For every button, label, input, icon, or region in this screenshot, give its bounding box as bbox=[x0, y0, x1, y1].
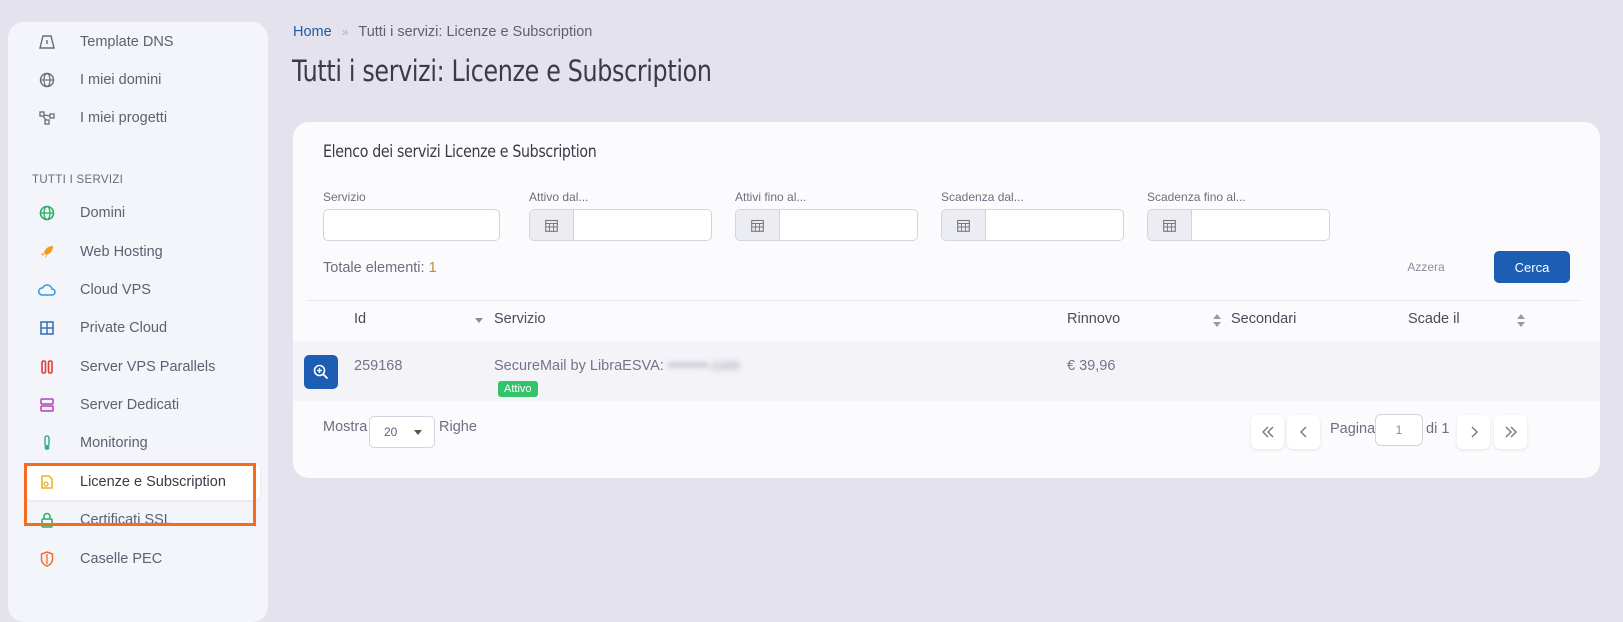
sidebar-item-label: Monitoring bbox=[80, 435, 148, 451]
highlight-frame bbox=[24, 463, 256, 526]
page-size-select[interactable]: 20 bbox=[369, 416, 435, 448]
sidebar-item-private-cloud[interactable]: Private Cloud bbox=[26, 310, 260, 346]
last-page-button[interactable] bbox=[1494, 415, 1527, 449]
view-details-button[interactable] bbox=[304, 355, 338, 389]
cloud-icon bbox=[36, 279, 58, 301]
chevron-right-icon bbox=[1471, 426, 1478, 438]
breadcrumb-home-link[interactable]: Home bbox=[293, 24, 332, 40]
sidebar-item-monitoring[interactable]: Monitoring bbox=[26, 425, 260, 461]
card-title: Elenco dei servizi Licenze e Subscriptio… bbox=[323, 142, 597, 161]
total-label: Totale elementi: bbox=[323, 260, 425, 276]
sidebar-item-cloud-vps[interactable]: Cloud VPS bbox=[26, 272, 260, 308]
status-badge: Attivo bbox=[498, 381, 538, 397]
first-page-button[interactable] bbox=[1251, 415, 1284, 449]
cell-id: 259168 bbox=[354, 358, 403, 374]
table-header: Id Servizio Rinnovo Secondari Scade il bbox=[307, 300, 1580, 342]
globe-icon bbox=[36, 69, 58, 91]
cell-servizio: SecureMail by LibraESVA: ••••••••.com bbox=[494, 358, 740, 374]
page-title: Tutti i servizi: Licenze e Subscription bbox=[292, 54, 712, 88]
filter-attivo-dal-field[interactable] bbox=[529, 209, 712, 241]
thermometer-icon bbox=[36, 432, 58, 454]
sidebar-item-label: Server VPS Parallels bbox=[80, 359, 216, 375]
page-label: Pagina bbox=[1330, 421, 1376, 437]
cell-rinnovo: € 39,96 bbox=[1067, 358, 1116, 374]
service-name: SecureMail by LibraESVA: bbox=[494, 358, 664, 374]
reset-button[interactable]: Azzera bbox=[1401, 252, 1451, 282]
filter-scadenza-dal-label: Scadenza dal... bbox=[941, 190, 1024, 204]
sidebar-item-label: Cloud VPS bbox=[80, 282, 151, 298]
rows-label: Righe bbox=[439, 419, 477, 435]
total-count: 1 bbox=[428, 260, 437, 276]
sidebar-item-label: Template DNS bbox=[80, 34, 174, 50]
breadcrumb-current: Tutti i servizi: Licenze e Subscription bbox=[358, 24, 593, 40]
sidebar-item-server-dedicati[interactable]: Server Dedicati bbox=[26, 387, 260, 423]
next-page-button[interactable] bbox=[1457, 415, 1490, 449]
sidebar-item-caselle-pec[interactable]: Caselle PEC bbox=[26, 541, 260, 577]
filter-scadenza-dal-field[interactable] bbox=[941, 209, 1124, 241]
double-chevron-right-icon bbox=[1505, 426, 1517, 438]
sidebar-item-domini[interactable]: Domini bbox=[26, 195, 260, 231]
column-header-rinnovo[interactable]: Rinnovo bbox=[1067, 311, 1120, 327]
column-header-id[interactable]: Id bbox=[354, 311, 366, 327]
services-card: Elenco dei servizi Licenze e Subscriptio… bbox=[293, 122, 1600, 478]
sidebar-item-label: Server Dedicati bbox=[80, 397, 180, 413]
filter-scadenza-fino-field[interactable] bbox=[1147, 209, 1330, 241]
sidebar-item-label: Web Hosting bbox=[80, 244, 163, 260]
shield-icon bbox=[36, 548, 58, 570]
page-size-value: 20 bbox=[384, 425, 398, 439]
show-label: Mostra bbox=[323, 419, 368, 435]
sort-icon[interactable] bbox=[1213, 314, 1221, 327]
sidebar-item-label: Private Cloud bbox=[80, 320, 168, 336]
calendar-icon[interactable] bbox=[1148, 210, 1192, 240]
sidebar-item-web-hosting[interactable]: Web Hosting bbox=[26, 234, 260, 270]
dns-template-icon bbox=[36, 31, 58, 53]
sidebar-item-label: I miei progetti bbox=[80, 110, 168, 126]
sidebar-item-label: Domini bbox=[80, 205, 126, 221]
filter-servizio-label: Servizio bbox=[323, 190, 366, 204]
calendar-icon[interactable] bbox=[736, 210, 780, 240]
filter-servizio-input[interactable] bbox=[323, 209, 500, 241]
sort-icon[interactable] bbox=[1517, 314, 1525, 327]
project-nodes-icon bbox=[36, 107, 58, 129]
globe-icon bbox=[36, 202, 58, 224]
table-row[interactable]: 259168 SecureMail by LibraESVA: ••••••••… bbox=[293, 341, 1600, 401]
chevron-left-icon bbox=[1299, 426, 1306, 438]
breadcrumb-separator: » bbox=[341, 25, 349, 39]
column-header-scade-il[interactable]: Scade il bbox=[1408, 311, 1460, 327]
sort-desc-icon[interactable] bbox=[475, 318, 483, 323]
filter-attivi-fino-label: Attivi fino al... bbox=[735, 190, 807, 204]
column-header-secondari[interactable]: Secondari bbox=[1231, 311, 1296, 327]
calendar-icon[interactable] bbox=[530, 210, 574, 240]
sidebar-item-my-domains[interactable]: I miei domini bbox=[26, 62, 260, 98]
grid-icon bbox=[36, 317, 58, 339]
server-icon bbox=[36, 394, 58, 416]
column-header-servizio[interactable]: Servizio bbox=[494, 311, 546, 327]
chevron-down-icon bbox=[414, 430, 422, 435]
breadcrumb: Home » Tutti i servizi: Licenze e Subscr… bbox=[293, 24, 592, 40]
rocket-icon bbox=[36, 241, 58, 263]
sidebar-item-label: I miei domini bbox=[80, 72, 162, 88]
sidebar: Template DNS I miei domini I miei proget… bbox=[8, 22, 268, 622]
double-chevron-left-icon bbox=[1261, 426, 1273, 438]
filter-scadenza-fino-label: Scadenza fino al... bbox=[1147, 190, 1246, 204]
sidebar-section-title: TUTTI I SERVIZI bbox=[32, 174, 124, 186]
sidebar-item-label: Caselle PEC bbox=[80, 551, 163, 567]
sidebar-item-template-dns[interactable]: Template DNS bbox=[26, 24, 260, 60]
filter-attivi-fino-field[interactable] bbox=[735, 209, 918, 241]
filter-attivo-dal-label: Attivo dal... bbox=[529, 190, 589, 204]
prev-page-button[interactable] bbox=[1287, 415, 1320, 449]
calendar-icon[interactable] bbox=[942, 210, 986, 240]
page-number-input[interactable]: 1 bbox=[1375, 414, 1423, 446]
zoom-in-icon bbox=[313, 364, 329, 380]
sidebar-item-server-vps-parallels[interactable]: Server VPS Parallels bbox=[26, 349, 260, 385]
search-button[interactable]: Cerca bbox=[1494, 251, 1570, 283]
parallels-icon bbox=[36, 356, 58, 378]
page-total: di 1 bbox=[1426, 421, 1450, 437]
sidebar-item-my-projects[interactable]: I miei progetti bbox=[26, 100, 260, 136]
total-elements: Totale elementi: 1 bbox=[323, 260, 437, 276]
service-domain-blurred: ••••••••.com bbox=[667, 358, 740, 374]
